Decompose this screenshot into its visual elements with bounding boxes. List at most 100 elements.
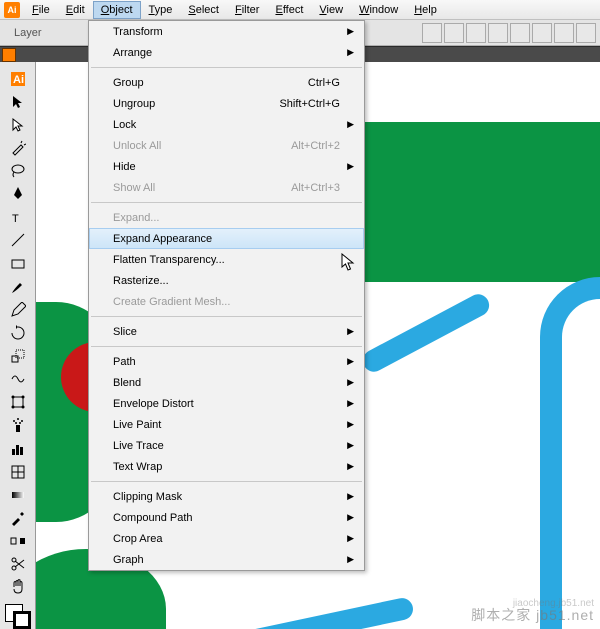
blend-tool[interactable]: [6, 531, 30, 552]
column-graph-tool[interactable]: [6, 438, 30, 459]
menu-file[interactable]: File: [24, 1, 58, 19]
align-icon[interactable]: [466, 23, 486, 43]
pen-tool[interactable]: [6, 184, 30, 205]
pencil-tool[interactable]: [6, 299, 30, 320]
menu-item-ungroup[interactable]: UngroupShift+Ctrl+G: [89, 93, 364, 114]
artwork-shape: [360, 122, 600, 282]
menu-item-unlock-all: Unlock All Alt+Ctrl+2: [89, 135, 364, 156]
menu-item-label: Rasterize...: [113, 275, 169, 287]
menu-item-label: Hide: [113, 161, 136, 173]
menu-item-shortcut: Alt+Ctrl+3: [291, 182, 340, 194]
symbol-sprayer-tool[interactable]: [6, 415, 30, 436]
align-icon[interactable]: [422, 23, 442, 43]
mesh-tool[interactable]: [6, 461, 30, 482]
submenu-arrow-icon: ▶: [347, 326, 354, 337]
transform-icon[interactable]: [576, 23, 596, 43]
menu-view[interactable]: View: [311, 1, 351, 19]
menu-item-envelope-distort[interactable]: Envelope Distort▶: [89, 393, 364, 414]
menu-object[interactable]: Object: [93, 1, 141, 19]
menu-item-label: Graph: [113, 554, 144, 566]
menu-effect[interactable]: Effect: [267, 1, 311, 19]
menu-item-arrange[interactable]: Arrange▶: [89, 42, 364, 63]
submenu-arrow-icon: ▶: [347, 161, 354, 172]
distribute-icon[interactable]: [510, 23, 530, 43]
menu-item-rasterize[interactable]: Rasterize...: [89, 270, 364, 291]
scissors-tool[interactable]: [6, 554, 30, 575]
menu-item-compound-path[interactable]: Compound Path ▶: [89, 507, 364, 528]
paintbrush-tool[interactable]: [6, 276, 30, 297]
submenu-arrow-icon: ▶: [347, 491, 354, 502]
rectangle-tool[interactable]: [6, 253, 30, 274]
distribute-icon[interactable]: [532, 23, 552, 43]
menu-item-shortcut: Alt+Ctrl+2: [291, 140, 340, 152]
menu-item-crop-area[interactable]: Crop Area▶: [89, 528, 364, 549]
menu-filter[interactable]: Filter: [227, 1, 267, 19]
menu-window[interactable]: Window: [351, 1, 406, 19]
menu-item-label: Unlock All: [113, 140, 161, 152]
menu-item-create-gradient-mesh: Create Gradient Mesh...: [89, 291, 364, 312]
menu-item-label: Live Trace: [113, 440, 164, 452]
menu-item-slice[interactable]: Slice ▶: [89, 321, 364, 342]
menu-item-expand-appearance[interactable]: Expand Appearance: [89, 228, 364, 249]
stroke-color-icon[interactable]: [13, 611, 31, 629]
magic-wand-tool[interactable]: [6, 137, 30, 158]
submenu-arrow-icon: ▶: [347, 356, 354, 367]
menu-item-label: Create Gradient Mesh...: [113, 296, 230, 308]
rotate-tool[interactable]: [6, 322, 30, 343]
menu-item-graph[interactable]: Graph▶: [89, 549, 364, 570]
menu-select[interactable]: Select: [180, 1, 227, 19]
menu-item-expand: Expand...: [89, 207, 364, 228]
gradient-tool[interactable]: [6, 484, 30, 505]
fill-stroke-swatch[interactable]: [5, 604, 31, 629]
eyedropper-tool[interactable]: [6, 507, 30, 528]
ai-badge-icon: [2, 48, 16, 62]
lasso-tool[interactable]: [6, 161, 30, 182]
free-transform-tool[interactable]: [6, 392, 30, 413]
menu-item-path[interactable]: Path▶: [89, 351, 364, 372]
align-icon[interactable]: [488, 23, 508, 43]
menu-item-flatten-transparency[interactable]: Flatten Transparency...: [89, 249, 364, 270]
submenu-arrow-icon: ▶: [347, 512, 354, 523]
menu-item-transform[interactable]: Transform▶: [89, 21, 364, 42]
menu-separator: [91, 67, 362, 68]
menu-item-live-trace[interactable]: Live Trace▶: [89, 435, 364, 456]
direct-selection-tool[interactable]: [6, 114, 30, 135]
menu-item-clipping-mask[interactable]: Clipping Mask▶: [89, 486, 364, 507]
layer-label[interactable]: Layer: [4, 23, 52, 43]
menu-item-live-paint[interactable]: Live Paint▶: [89, 414, 364, 435]
cursor-icon: [340, 253, 358, 274]
scale-tool[interactable]: [6, 346, 30, 367]
menu-item-label: Crop Area: [113, 533, 163, 545]
align-icon[interactable]: [444, 23, 464, 43]
menu-item-shortcut: Ctrl+G: [308, 77, 340, 89]
toolbox: Ai T: [0, 62, 36, 629]
line-tool[interactable]: [6, 230, 30, 251]
type-tool[interactable]: T: [6, 207, 30, 228]
distribute-icon[interactable]: [554, 23, 574, 43]
menu-type[interactable]: Type: [141, 1, 181, 19]
menu-item-blend[interactable]: Blend▶: [89, 372, 364, 393]
menu-separator: [91, 316, 362, 317]
warp-tool[interactable]: [6, 369, 30, 390]
menu-item-hide[interactable]: Hide ▶: [89, 156, 364, 177]
watermark-text: 脚本之家 jb51.net: [471, 605, 594, 625]
menu-item-label: Transform: [113, 26, 163, 38]
artwork-shape: [540, 277, 600, 629]
menu-item-label: Live Paint: [113, 419, 161, 431]
menu-item-show-all: Show AllAlt+Ctrl+3: [89, 177, 364, 198]
menu-item-label: Envelope Distort: [113, 398, 194, 410]
menu-item-group[interactable]: GroupCtrl+G: [89, 72, 364, 93]
menu-separator: [91, 202, 362, 203]
menu-edit[interactable]: Edit: [58, 1, 93, 19]
menu-item-label: Compound Path: [113, 512, 193, 524]
menu-item-lock[interactable]: Lock▶: [89, 114, 364, 135]
menu-help[interactable]: Help: [406, 1, 445, 19]
menu-item-label: Slice: [113, 326, 137, 338]
menu-item-label: Expand...: [113, 212, 159, 224]
menu-item-text-wrap[interactable]: Text Wrap▶: [89, 456, 364, 477]
hand-tool[interactable]: [6, 577, 30, 598]
svg-text:T: T: [12, 213, 19, 225]
menubar: FileEditObjectTypeSelectFilterEffectView…: [0, 0, 600, 20]
selection-tool[interactable]: [6, 91, 30, 112]
menu-item-label: Text Wrap: [113, 461, 162, 473]
